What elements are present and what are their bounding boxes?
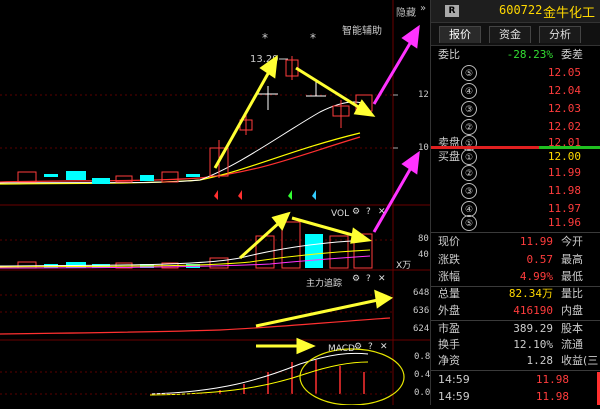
stat-value: 416190: [513, 304, 553, 317]
tick-row: 14:59 11.98: [431, 371, 600, 389]
kline-chart[interactable]: * * 13.29 隐藏 » 智能辅助 VOL ⚙ ? ✕ X万 主力追踪 ⚙ …: [0, 0, 431, 406]
quote-tabs: 报价 资金 分析: [431, 23, 600, 46]
candle: [44, 174, 58, 177]
margin-badge: R: [445, 5, 459, 17]
level-badge: ②: [461, 165, 477, 181]
tick-row: 14:59 11.98: [431, 388, 600, 406]
level-badge: ③: [461, 101, 477, 117]
stat-right-label: 内盘: [561, 304, 583, 317]
vol-indicator-label: VOL: [331, 209, 350, 219]
macd-tick: 0.4: [414, 370, 431, 380]
sell-price: 12.04: [547, 84, 581, 97]
macd-tick: 0.8: [414, 352, 431, 362]
smart-assist-label[interactable]: 智能辅助: [342, 22, 382, 37]
stat-label: 涨幅: [438, 270, 460, 283]
candle: [186, 174, 200, 177]
sell-row[interactable]: ⑤ 12.05: [431, 64, 600, 82]
level-badge: ⑤: [461, 65, 477, 81]
buy-row[interactable]: ⑤ 11.96: [431, 214, 600, 232]
stat-row: 外盘 416190 内盘: [431, 302, 600, 320]
buy-row[interactable]: ③ 11.98: [431, 182, 600, 200]
buy-price: 11.96: [547, 216, 581, 229]
main-tick: 624: [413, 324, 430, 334]
stat-right-label: 今开: [561, 235, 583, 248]
stat-value: 11.99: [519, 235, 553, 248]
buy-price: 11.99: [547, 166, 581, 179]
macd-close-icon[interactable]: ✕: [380, 342, 388, 352]
weica-label: 委差: [561, 48, 583, 61]
tab-funds[interactable]: 资金: [489, 26, 531, 43]
collapse-icon[interactable]: »: [420, 3, 426, 14]
stat-row: 现价 11.99 今开: [431, 233, 600, 251]
macd-label: MACD: [328, 344, 355, 354]
main-settings-gear-icon[interactable]: ⚙: [352, 274, 360, 284]
price-tick: 12: [418, 90, 429, 100]
stat-label: 涨跌: [438, 253, 460, 266]
quote-panel: R 600722 金牛化工 报价 资金 分析 委比 -28.23% 委差 ⑤ 1…: [430, 0, 600, 405]
level-badge: ④: [461, 83, 477, 99]
candle: [66, 171, 86, 180]
stat-label: 现价: [438, 235, 460, 248]
buy-row[interactable]: ② 11.99: [431, 164, 600, 182]
macd-help-icon[interactable]: ?: [368, 342, 373, 352]
level-badge: ③: [461, 183, 477, 199]
vol-tick: 40: [418, 250, 429, 260]
tab-quote[interactable]: 报价: [439, 26, 481, 43]
stat-label: 总量: [438, 287, 460, 300]
stat-right-label: 最高: [561, 253, 583, 266]
level-badge: ②: [461, 119, 477, 135]
stat-row: 总量 82.34万 量比: [431, 285, 600, 303]
sell-price: 12.05: [547, 66, 581, 79]
level-badge: ①: [461, 149, 477, 165]
main-force-label: 主力追踪: [306, 279, 343, 289]
main-help-icon[interactable]: ?: [366, 274, 371, 284]
tick-time: 14:59: [438, 390, 470, 403]
tick-price: 11.98: [535, 390, 569, 403]
weibi-row: 委比 -28.23% 委差: [431, 46, 600, 64]
level-badge: ⑤: [461, 215, 477, 231]
stock-header: R 600722 金牛化工: [431, 0, 600, 23]
fund-label: 净资: [438, 354, 460, 367]
tab-analysis[interactable]: 分析: [539, 26, 581, 43]
buy-price: 11.98: [547, 184, 581, 197]
weibi-value: -28.23%: [506, 48, 553, 61]
main-close-icon[interactable]: ✕: [378, 274, 386, 284]
fund-row: 净资 1.28 收益(三: [431, 352, 600, 370]
star-marker: *: [310, 31, 316, 45]
vol-unit-label: X万: [396, 261, 412, 271]
main-tick: 636: [413, 306, 430, 316]
candle: [92, 178, 110, 184]
sell-row[interactable]: ③ 12.03: [431, 100, 600, 118]
sell-row[interactable]: ④ 12.04: [431, 82, 600, 100]
vol-settings-gear-icon[interactable]: ⚙: [352, 207, 360, 217]
fund-value: 1.28: [526, 354, 554, 367]
stat-row: 涨幅 4.99% 最低: [431, 268, 600, 286]
vol-help-icon[interactable]: ?: [366, 207, 371, 217]
kline-svg: * * 13.29: [0, 0, 430, 406]
fund-right-label: 收益(三: [561, 354, 599, 367]
star-marker: *: [262, 31, 268, 45]
macd-settings-gear-icon[interactable]: ⚙: [354, 342, 362, 352]
vol-tick: 80: [418, 234, 429, 244]
main-tick: 648: [413, 288, 430, 298]
stat-label: 外盘: [438, 304, 460, 317]
hide-button[interactable]: 隐藏: [396, 4, 416, 19]
vol-close-icon[interactable]: ✕: [378, 207, 386, 217]
tick-time: 14:59: [438, 373, 470, 386]
stat-value: 4.99%: [519, 270, 553, 283]
price-tick: 10: [418, 143, 429, 153]
macd-tick: 0.0: [414, 388, 431, 398]
candle: [140, 175, 154, 181]
stat-row: 涨跌 0.57 最高: [431, 251, 600, 269]
tick-price: 11.98: [535, 373, 569, 386]
stat-right-label: 最低: [561, 270, 583, 283]
sell-price: 12.03: [547, 102, 581, 115]
stat-right-label: 量比: [561, 287, 583, 300]
weibi-label: 委比: [438, 48, 460, 61]
stat-value: 82.34万: [508, 287, 553, 300]
stock-name: 金牛化工: [543, 6, 596, 21]
stock-code: 600722: [499, 3, 543, 17]
stat-value: 0.57: [526, 253, 554, 266]
